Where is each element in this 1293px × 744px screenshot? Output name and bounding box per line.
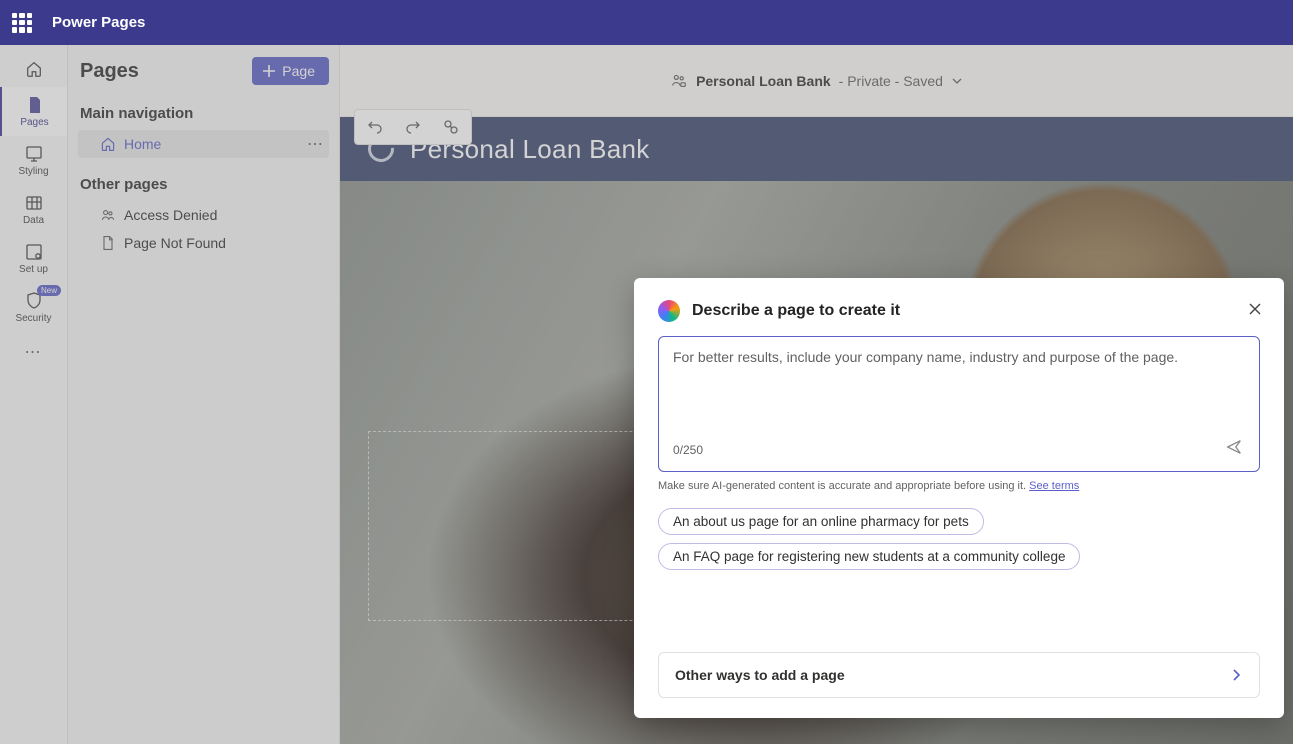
chevron-right-icon (1229, 668, 1243, 682)
prompt-input-container: 0/250 (658, 336, 1260, 472)
ai-disclaimer: Make sure AI-generated content is accura… (658, 480, 1260, 492)
rail-label: Styling (18, 166, 48, 177)
rail-home-button[interactable] (0, 51, 67, 87)
rail-more-button[interactable]: ⋯ (0, 332, 67, 372)
page-icon (100, 235, 116, 251)
undo-button[interactable] (361, 113, 389, 141)
prompt-textarea[interactable] (673, 349, 1245, 436)
rail-label: Data (23, 215, 44, 226)
add-page-label: Page (282, 63, 315, 79)
nav-item-label: Home (124, 136, 161, 152)
pages-side-panel: Pages Page Main navigation Home ⋯ Other … (68, 45, 340, 744)
rail-item-setup[interactable]: Set up (0, 234, 67, 283)
plus-icon (262, 64, 276, 78)
panel-title: Pages (80, 60, 139, 83)
app-launcher-icon[interactable] (12, 13, 32, 33)
other-ways-button[interactable]: Other ways to add a page (658, 652, 1260, 698)
suggestion-chip[interactable]: An about us page for an online pharmacy … (658, 508, 984, 535)
chevron-down-icon (951, 75, 963, 87)
rail-item-data[interactable]: Data (0, 185, 67, 234)
see-terms-link[interactable]: See terms (1029, 480, 1079, 492)
character-count: 0/250 (673, 443, 703, 457)
close-icon (1248, 302, 1262, 316)
send-icon (1225, 438, 1243, 456)
nav-item-label: Page Not Found (124, 235, 226, 251)
rail-label: Pages (20, 117, 48, 128)
canvas-toolbar (354, 109, 472, 145)
main-nav-heading: Main navigation (78, 101, 329, 130)
people-icon (100, 207, 116, 223)
canvas-header: Personal Loan Bank - Private - Saved (340, 45, 1293, 117)
rail-item-styling[interactable]: Styling (0, 136, 67, 185)
data-icon (24, 193, 44, 213)
other-pages-heading: Other pages (78, 172, 329, 201)
site-header: Personal Loan Bank (340, 117, 1293, 181)
add-page-button[interactable]: Page (252, 57, 329, 85)
product-name: Power Pages (52, 14, 145, 31)
rail-label: Set up (19, 264, 48, 275)
global-topbar: Power Pages (0, 0, 1293, 45)
zoom-button[interactable] (437, 113, 465, 141)
undo-icon (367, 119, 383, 135)
rail-item-security[interactable]: New Security (0, 283, 67, 332)
site-status: - Private - Saved (839, 73, 943, 89)
nav-item-access-denied[interactable]: Access Denied (78, 201, 329, 229)
nav-item-not-found[interactable]: Page Not Found (78, 229, 329, 257)
rail-item-pages[interactable]: Pages (0, 87, 67, 136)
nav-item-home[interactable]: Home ⋯ (78, 130, 329, 158)
site-selector[interactable]: Personal Loan Bank - Private - Saved (670, 72, 963, 90)
nav-item-label: Access Denied (124, 207, 217, 223)
close-button[interactable] (1244, 298, 1266, 325)
left-rail: Pages Styling Data Set up New Security ⋯ (0, 45, 68, 744)
item-more-icon[interactable]: ⋯ (307, 134, 325, 154)
redo-icon (405, 119, 421, 135)
new-badge: New (37, 285, 61, 296)
site-name: Personal Loan Bank (696, 73, 831, 89)
page-icon (25, 95, 45, 115)
redo-button[interactable] (399, 113, 427, 141)
copilot-panel-title: Describe a page to create it (692, 302, 900, 320)
suggestion-chip[interactable]: An FAQ page for registering new students… (658, 543, 1080, 570)
styling-icon (24, 144, 44, 164)
home-icon (25, 60, 43, 78)
home-icon (100, 136, 116, 152)
zoom-icon (443, 119, 459, 135)
other-ways-label: Other ways to add a page (675, 667, 845, 683)
setup-icon (24, 242, 44, 262)
people-lock-icon (670, 72, 688, 90)
copilot-create-page-panel: Describe a page to create it 0/250 Make … (634, 278, 1284, 718)
send-button[interactable] (1223, 436, 1245, 463)
copilot-logo-icon (658, 300, 680, 322)
rail-label: Security (15, 313, 51, 324)
